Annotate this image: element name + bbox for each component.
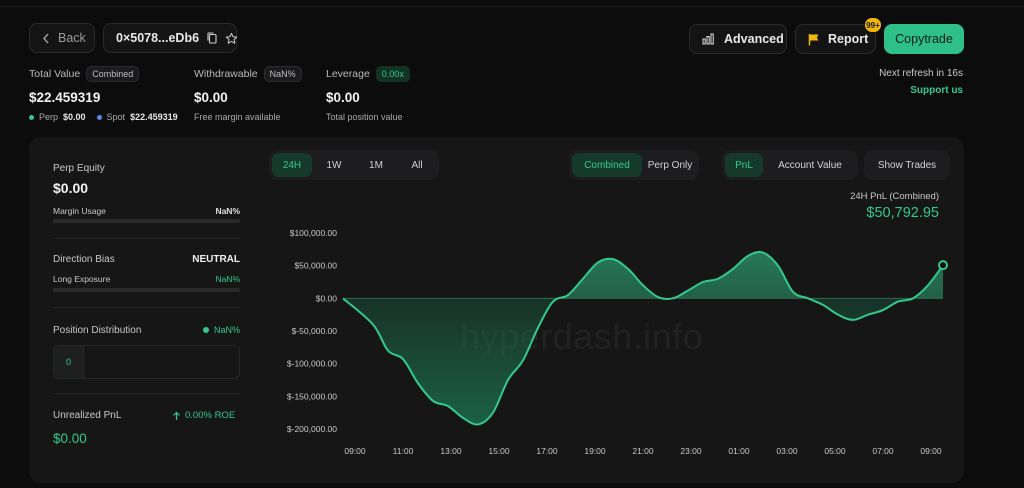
- perp-dot: [29, 114, 34, 120]
- total-value-label: Total Value: [29, 68, 81, 80]
- metric-pnl[interactable]: PnL: [725, 153, 763, 177]
- position-distribution-indicator: NaN%: [203, 325, 240, 335]
- direction-bias-value: NEUTRAL: [192, 254, 240, 265]
- back-label: Back: [58, 31, 86, 45]
- support-link[interactable]: Support us: [910, 85, 963, 96]
- long-exposure-value: NaN%: [215, 274, 240, 284]
- pnl-summary-label: 24H PnL (Combined): [850, 191, 939, 202]
- position-distribution-label: Position Distribution: [53, 325, 142, 336]
- section-divider: [53, 238, 240, 239]
- report-label: Report: [828, 32, 869, 46]
- perp-equity-value: $0.00: [53, 180, 89, 196]
- range-1w[interactable]: 1W: [314, 153, 354, 177]
- margin-usage-label: Margin Usage: [53, 206, 106, 216]
- withdrawable-label: Withdrawable: [194, 68, 258, 80]
- position-distribution-value: NaN%: [214, 325, 241, 335]
- unrealized-pnl-value: $0.00: [53, 431, 87, 446]
- refresh-text: Next refresh in 16s: [879, 68, 963, 79]
- withdrawable-value: $0.00: [194, 90, 228, 105]
- margin-usage-bar: [53, 219, 240, 223]
- main-card: [29, 137, 964, 483]
- spot-label: Spot: [106, 112, 126, 122]
- advanced-button[interactable]: Advanced: [689, 24, 787, 54]
- copy-icon[interactable]: [207, 32, 217, 44]
- top-divider: [0, 6, 1024, 7]
- pnl-summary-value: $50,792.95: [866, 205, 939, 221]
- perp-equity-label: Perp Equity: [53, 163, 105, 174]
- show-trades-button[interactable]: Show Trades: [867, 153, 947, 177]
- leverage-sub: Total position value: [326, 112, 403, 122]
- leverage-tag: 0.00x: [375, 66, 410, 82]
- range-24h[interactable]: 24H: [272, 153, 312, 177]
- long-exposure-bar: [53, 288, 240, 292]
- mode-combined[interactable]: Combined: [572, 153, 642, 177]
- range-selector: 24H 1W 1M All: [269, 150, 439, 180]
- total-value: $22.459319: [29, 90, 101, 105]
- withdrawable-sub: Free margin available: [194, 112, 281, 122]
- roe-value: 0.00% ROE: [185, 410, 236, 421]
- watermark: hyperdash.info: [460, 316, 704, 357]
- direction-bias-label: Direction Bias: [53, 254, 115, 265]
- perp-label: Perp: [39, 112, 59, 122]
- range-1m[interactable]: 1M: [356, 153, 396, 177]
- leverage-stat: Leverage 0.00x $0.00 Total position value: [326, 66, 410, 122]
- copytrade-button[interactable]: Copytrade: [884, 24, 964, 54]
- star-icon[interactable]: [225, 32, 238, 45]
- back-button[interactable]: Back: [29, 23, 95, 53]
- report-button[interactable]: Report: [795, 24, 876, 54]
- roe-indicator: 0.00% ROE: [172, 410, 235, 421]
- distribution-bar: 0: [53, 345, 240, 379]
- mode-perp-only[interactable]: Perp Only: [644, 153, 696, 177]
- total-value-stat: Total Value Combined $22.459319 Perp $0.0…: [29, 66, 178, 122]
- spot-dot: [96, 114, 102, 120]
- flag-icon: [808, 33, 820, 46]
- perp-value: $0.00: [63, 112, 86, 122]
- wallet-address: 0×5078...eDb6: [103, 23, 238, 53]
- distribution-dot: [203, 327, 209, 333]
- show-trades-toggle: Show Trades: [864, 150, 950, 180]
- long-exposure-label: Long Exposure: [53, 274, 111, 284]
- metric-selector: PnL Account Value: [722, 150, 858, 180]
- section-divider: [53, 307, 240, 308]
- spot-value: $22.459319: [130, 112, 178, 122]
- mode-selector: Combined Perp Only: [569, 150, 699, 180]
- chevron-left-icon: [42, 33, 50, 44]
- bar-chart-icon: [702, 33, 716, 45]
- section-divider: [53, 393, 240, 394]
- range-all[interactable]: All: [398, 153, 436, 177]
- leverage-label: Leverage: [326, 68, 370, 80]
- margin-usage-value: NaN%: [215, 206, 240, 216]
- notification-badge: 99+: [865, 18, 881, 32]
- withdrawable-stat: Withdrawable NaN% $0.00 Free margin avail…: [194, 66, 302, 122]
- withdrawable-tag: NaN%: [263, 66, 302, 82]
- leverage-value: $0.00: [326, 90, 360, 105]
- combined-tag: Combined: [86, 66, 140, 82]
- advanced-label: Advanced: [724, 32, 784, 46]
- unrealized-pnl-label: Unrealized PnL: [53, 410, 122, 421]
- distribution-count: 0: [54, 346, 84, 378]
- metric-account-value[interactable]: Account Value: [765, 153, 855, 177]
- arrow-up-icon: [172, 411, 181, 421]
- address-text: 0×5078...eDb6: [116, 31, 200, 45]
